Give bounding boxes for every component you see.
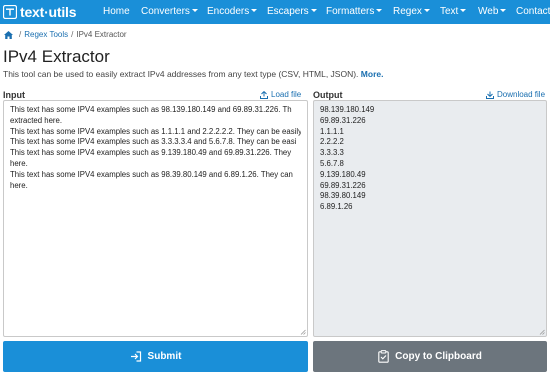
output-ip-line: 5.6.7.8 <box>320 158 344 168</box>
nav-item-web[interactable]: Web <box>478 6 507 17</box>
nav-item-regex[interactable]: Regex <box>393 6 430 17</box>
nav-item-home[interactable]: Home <box>103 6 130 17</box>
input-label: Input <box>3 90 25 100</box>
brand-logo[interactable]: text·utils <box>3 4 94 20</box>
page-title: IPv4 Extractor <box>3 47 110 66</box>
chevron-down-icon <box>310 9 317 12</box>
copy-label: Copy to Clipboard <box>395 351 482 362</box>
brand-name: text·utils <box>20 4 77 20</box>
home-icon[interactable] <box>4 30 13 39</box>
output-ip-line: 98.139.180.149 <box>320 105 375 114</box>
output-label: Output <box>313 90 343 100</box>
download-file-button[interactable]: Download file <box>486 90 545 99</box>
output-ip-line: 69.89.31.226 <box>320 115 366 125</box>
chevron-down-icon <box>376 9 383 12</box>
clipboard-icon <box>378 350 389 363</box>
output-ip-line: 1.1.1.1 <box>320 126 344 136</box>
top-navbar: text·utils Home Converters Encoders Esca… <box>0 0 550 24</box>
resize-handle-icon[interactable] <box>539 329 545 335</box>
load-file-button[interactable]: Load file <box>260 90 301 99</box>
output-ip-line: 69.89.31.226 <box>320 180 366 190</box>
output-ip-line: 3.3.3.3 <box>320 148 344 158</box>
input-text-line: This text has some IPV4 examples such as… <box>10 148 292 158</box>
breadcrumb-current: IPv4 Extractor <box>76 30 127 39</box>
text-utils-logo-icon <box>3 5 17 19</box>
resize-handle-icon[interactable] <box>300 329 306 335</box>
download-icon <box>486 91 494 99</box>
breadcrumb-separator: / <box>19 30 22 39</box>
input-text-line: extracted here. <box>10 115 63 125</box>
nav-item-converters[interactable]: Converters <box>141 6 198 17</box>
breadcrumb-regex-tools[interactable]: Regex Tools <box>24 30 68 39</box>
output-textarea[interactable]: 98.139.180.149 69.89.31.226 1.1.1.1 2.2.… <box>313 100 547 337</box>
upload-icon <box>260 90 268 99</box>
chevron-down-icon <box>191 9 198 12</box>
load-file-label: Load file <box>271 90 302 99</box>
nav-item-text[interactable]: Text <box>440 6 467 17</box>
output-ip-line: 98.39.80.149 <box>320 191 366 201</box>
input-text-line: This text has some IPV4 examples such as… <box>10 105 292 114</box>
page-description: This tool can be used to easily extract … <box>3 69 383 79</box>
input-text-line: This text has some IPV4 examples such as… <box>10 126 301 136</box>
chevron-down-icon <box>251 9 258 12</box>
input-text-line: here. <box>10 180 28 190</box>
input-text-line: This text has some IPV4 examples such as… <box>10 137 297 147</box>
nav-item-escapers[interactable]: Escapers <box>267 6 317 17</box>
submit-button[interactable]: Submit <box>3 341 308 372</box>
sign-in-icon <box>130 351 141 362</box>
more-link[interactable]: More. <box>361 69 384 79</box>
nav-item-contact[interactable]: Contact <box>516 6 550 17</box>
nav-item-encoders[interactable]: Encoders <box>207 6 258 17</box>
input-text-line: here. <box>10 158 28 168</box>
chevron-down-icon <box>460 9 467 12</box>
download-file-label: Download file <box>497 90 546 99</box>
output-ip-line: 9.139.180.49 <box>320 169 366 179</box>
nav-item-formatters[interactable]: Formatters <box>326 6 383 17</box>
output-ip-line: 2.2.2.2 <box>320 137 344 147</box>
description-text: This tool can be used to easily extract … <box>3 69 359 79</box>
copy-to-clipboard-button[interactable]: Copy to Clipboard <box>313 341 547 372</box>
input-textarea[interactable]: This text has some IPV4 examples such as… <box>3 100 308 337</box>
submit-label: Submit <box>147 351 182 362</box>
chevron-down-icon <box>423 9 430 12</box>
chevron-down-icon <box>500 9 507 12</box>
breadcrumb-separator: / <box>71 30 74 39</box>
output-ip-line: 6.89.1.26 <box>320 202 353 212</box>
breadcrumb: / Regex Tools / IPv4 Extractor <box>4 30 127 39</box>
input-text-line: This text has some IPV4 examples such as… <box>10 169 293 179</box>
